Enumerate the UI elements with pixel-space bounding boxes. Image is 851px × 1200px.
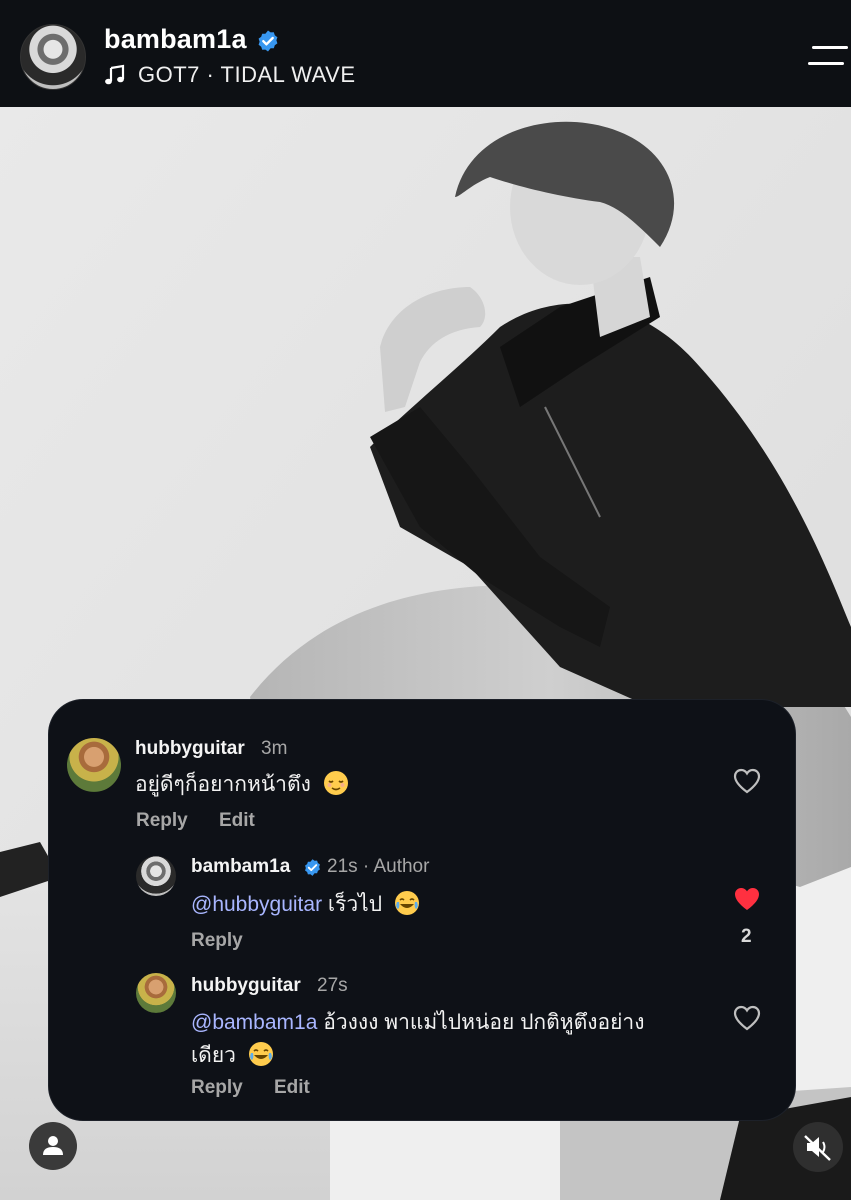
music-note-icon (105, 64, 125, 85)
reply-button[interactable]: Reply (191, 1077, 243, 1099)
comment-text: @bambam1a อ้วงงง พาแม่ไปหน่อย ปกติหูตึงอ… (191, 1006, 711, 1072)
comment-body: อ้วงงง พาแม่ไปหน่อย ปกติหูตึงอย่าง (323, 1011, 645, 1034)
edit-button[interactable]: Edit (219, 810, 255, 832)
verified-badge-icon (305, 859, 320, 876)
edit-button[interactable]: Edit (274, 1077, 310, 1099)
mention-link[interactable]: @bambam1a (191, 1011, 317, 1034)
heart-outline-icon[interactable] (733, 768, 761, 794)
commenter-avatar[interactable] (136, 973, 176, 1013)
music-label: GOT7 · TIDAL WAVE (138, 62, 356, 87)
comment-body-line2: เดียว (191, 1044, 236, 1067)
heart-outline-icon[interactable] (733, 1005, 761, 1031)
commenter-avatar[interactable] (67, 738, 121, 792)
heart-filled-icon[interactable] (733, 886, 761, 912)
comment-body: อยู่ดีๆก็อยากหน้าตึง (135, 773, 311, 796)
mute-button[interactable] (793, 1122, 843, 1172)
tears-of-joy-icon (248, 1042, 273, 1066)
menu-icon[interactable] (808, 44, 848, 68)
comment-body: เร็วไป (327, 893, 383, 916)
commenter-avatar[interactable] (136, 856, 176, 896)
verified-badge-icon (258, 30, 278, 52)
comment-username[interactable]: hubbyguitar (135, 738, 245, 760)
comment-text: อยู่ดีๆก็อยากหน้าตึง (135, 768, 349, 801)
tears-of-joy-icon (394, 891, 419, 915)
reply-button[interactable]: Reply (191, 930, 243, 952)
comments-panel: hubbyguitar 3m อยู่ดีๆก็อยากหน้าตึง Repl… (49, 700, 795, 1120)
comment-time: 3m (261, 738, 288, 759)
like-count: 2 (741, 926, 752, 947)
reply-button[interactable]: Reply (136, 810, 188, 832)
speaker-muted-icon (804, 1135, 831, 1161)
relieved-face-icon (323, 771, 348, 795)
comment-username[interactable]: hubbyguitar (191, 975, 301, 997)
comment-time: 27s (317, 975, 348, 996)
post-header: bambam1a GOT7 · TIDAL WAVE (0, 0, 851, 107)
comment-time: 21s · Author (327, 856, 430, 877)
person-icon (43, 1136, 63, 1155)
mention-link[interactable]: @hubbyguitar (191, 893, 322, 916)
tagged-people-button[interactable] (29, 1122, 77, 1170)
comment-username[interactable]: bambam1a (191, 856, 290, 878)
profile-avatar[interactable] (20, 24, 86, 90)
comment-text: @hubbyguitar เร็วไป (191, 888, 420, 921)
music-track[interactable]: GOT7 · TIDAL WAVE (104, 62, 356, 88)
header-username[interactable]: bambam1a (104, 24, 247, 55)
